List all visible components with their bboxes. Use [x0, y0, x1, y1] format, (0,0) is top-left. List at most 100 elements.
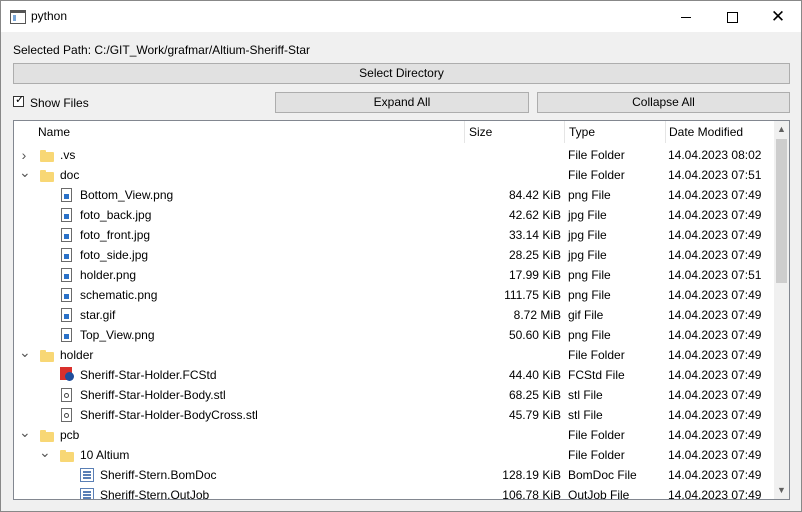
- altium-file-icon: [80, 488, 94, 499]
- tree-row[interactable]: foto_side.jpg 28.25 KiB jpg File 14.04.2023…: [14, 245, 774, 265]
- row-date-modified: 14.04.2023 07:49: [668, 228, 762, 242]
- title-bar[interactable]: python ✕: [1, 1, 801, 32]
- row-type: File Folder: [568, 348, 625, 362]
- folder-icon: [40, 350, 54, 362]
- row-type: png File: [568, 328, 611, 342]
- tree-row[interactable]: ⌄ pcb File Folder 14.04.2023 07:49: [14, 425, 774, 445]
- altium-file-icon: [80, 468, 94, 482]
- tree-row[interactable]: schematic.png 111.75 KiB png File 14.04.202…: [14, 285, 774, 305]
- row-name: Sheriff-Stern.OutJob: [100, 488, 210, 500]
- row-date-modified: 14.04.2023 07:49: [668, 368, 762, 382]
- row-name: schematic.png: [80, 288, 158, 302]
- row-type: File Folder: [568, 148, 625, 162]
- row-date-modified: 14.04.2023 07:51: [668, 168, 762, 182]
- row-size: 45.79 KiB: [508, 408, 561, 422]
- maximize-icon: [726, 11, 738, 23]
- tree-row[interactable]: › .vs File Folder 14.04.2023 08:02: [14, 145, 774, 165]
- row-size: 111.75 KiB: [504, 288, 561, 302]
- chevron-down-icon[interactable]: ⌄: [19, 425, 31, 439]
- tree-row[interactable]: foto_back.jpg 42.62 KiB jpg File 14.04.2023…: [14, 205, 774, 225]
- minimize-button[interactable]: [663, 1, 709, 32]
- expand-all-button[interactable]: Expand All: [275, 92, 529, 113]
- show-files-label[interactable]: Show Files: [30, 96, 89, 110]
- tree-row[interactable]: holder.png 17.99 KiB png File 14.04.2023 07…: [14, 265, 774, 285]
- stl-file-icon: [61, 408, 72, 422]
- row-size: 128.19 KiB: [502, 468, 561, 482]
- row-type: png File: [568, 288, 611, 302]
- maximize-button[interactable]: [709, 1, 755, 32]
- row-type: FCStd File: [568, 368, 625, 382]
- column-header-name[interactable]: Name: [38, 121, 70, 143]
- tree-row[interactable]: Sheriff-Star-Holder-Body.stl 68.25 KiB stl…: [14, 385, 774, 405]
- row-name: star.gif: [80, 308, 116, 322]
- row-size: 28.25 KiB: [508, 248, 561, 262]
- row-size: 106.78 KiB: [502, 488, 561, 500]
- tree-row[interactable]: ⌄ 10 Altium File Folder 14.04.2023 07:49: [14, 445, 774, 465]
- scroll-up-arrow-icon[interactable]: ▲: [774, 121, 789, 138]
- row-date-modified: 14.04.2023 07:49: [668, 328, 762, 342]
- row-date-modified: 14.04.2023 07:49: [668, 388, 762, 402]
- row-date-modified: 14.04.2023 07:49: [668, 308, 762, 322]
- row-date-modified: 14.04.2023 07:49: [668, 428, 762, 442]
- file-tree-view[interactable]: Name Size Type Date Modified › .vs File Fo…: [13, 120, 790, 500]
- row-date-modified: 14.04.2023 07:49: [668, 348, 762, 362]
- row-name: foto_side.jpg: [80, 248, 149, 262]
- tree-row[interactable]: Sheriff-Stern.OutJob 106.78 KiB OutJob Fil…: [14, 485, 774, 500]
- row-name: .vs: [60, 148, 76, 162]
- select-directory-button[interactable]: Select Directory: [13, 63, 790, 84]
- column-header-date-modified[interactable]: Date Modified: [669, 121, 743, 143]
- row-date-modified: 14.04.2023 07:49: [668, 468, 762, 482]
- image-file-icon: [61, 268, 72, 282]
- row-size: 33.14 KiB: [508, 228, 561, 242]
- row-type: png File: [568, 188, 611, 202]
- tree-row[interactable]: Bottom_View.png 84.42 KiB png File 14.04.20…: [14, 185, 774, 205]
- chevron-down-icon[interactable]: ⌄: [39, 445, 51, 459]
- row-size: 17.99 KiB: [508, 268, 561, 282]
- tree-row[interactable]: Top_View.png 50.60 KiB png File 14.04.2023 …: [14, 325, 774, 345]
- tree-header: Name Size Type Date Modified: [14, 121, 774, 143]
- scroll-down-arrow-icon[interactable]: ▼: [774, 482, 789, 499]
- row-size: 42.62 KiB: [508, 208, 561, 222]
- image-file-icon: [61, 328, 72, 342]
- collapse-all-button[interactable]: Collapse All: [537, 92, 790, 113]
- tree-row[interactable]: Sheriff-Star-Holder-BodyCross.stl 45.79 K…: [14, 405, 774, 425]
- row-name: doc: [60, 168, 80, 182]
- row-size: 68.25 KiB: [508, 388, 561, 402]
- chevron-right-icon[interactable]: ›: [19, 145, 29, 165]
- column-header-size[interactable]: Size: [469, 121, 492, 143]
- row-date-modified: 14.04.2023 08:02: [668, 148, 762, 162]
- scrollbar-thumb[interactable]: [776, 139, 787, 283]
- tree-row[interactable]: Sheriff-Star-Holder.FCStd 44.40 KiB FCStd …: [14, 365, 774, 385]
- folder-icon: [40, 150, 54, 162]
- tree-row[interactable]: ⌄ doc File Folder 14.04.2023 07:51: [14, 165, 774, 185]
- column-header-type[interactable]: Type: [569, 121, 595, 143]
- image-file-icon: [61, 308, 72, 322]
- row-name: foto_back.jpg: [80, 208, 152, 222]
- row-name: Sheriff-Star-Holder-BodyCross.stl: [80, 408, 258, 422]
- row-type: jpg File: [568, 248, 607, 262]
- chevron-down-icon[interactable]: ⌄: [19, 165, 31, 179]
- row-type: stl File: [568, 408, 603, 422]
- row-type: png File: [568, 268, 611, 282]
- row-type: File Folder: [568, 428, 625, 442]
- close-icon: ✕: [770, 7, 786, 26]
- minimize-icon: [681, 16, 691, 18]
- tree-row[interactable]: Sheriff-Stern.BomDoc 128.19 KiB BomDoc Fil…: [14, 465, 774, 485]
- row-type: jpg File: [568, 228, 607, 242]
- row-name: Sheriff-Stern.BomDoc: [100, 468, 217, 482]
- row-date-modified: 14.04.2023 07:49: [668, 188, 762, 202]
- row-size: 50.60 KiB: [508, 328, 561, 342]
- tree-row[interactable]: ⌄ holder File Folder 14.04.2023 07:49: [14, 345, 774, 365]
- tree-row[interactable]: foto_front.jpg 33.14 KiB jpg File 14.04.202…: [14, 225, 774, 245]
- show-files-checkbox[interactable]: ✓: [13, 94, 24, 107]
- close-button[interactable]: ✕: [755, 1, 801, 32]
- tree-row[interactable]: star.gif 8.72 MiB gif File 14.04.2023 07:49: [14, 305, 774, 325]
- row-type: File Folder: [568, 168, 625, 182]
- vertical-scrollbar[interactable]: ▲ ▼: [774, 121, 789, 499]
- row-type: stl File: [568, 388, 603, 402]
- row-size: 8.72 MiB: [513, 308, 561, 322]
- row-name: holder: [60, 348, 94, 362]
- row-size: 44.40 KiB: [508, 368, 561, 382]
- chevron-down-icon[interactable]: ⌄: [19, 345, 31, 359]
- folder-icon: [40, 170, 54, 182]
